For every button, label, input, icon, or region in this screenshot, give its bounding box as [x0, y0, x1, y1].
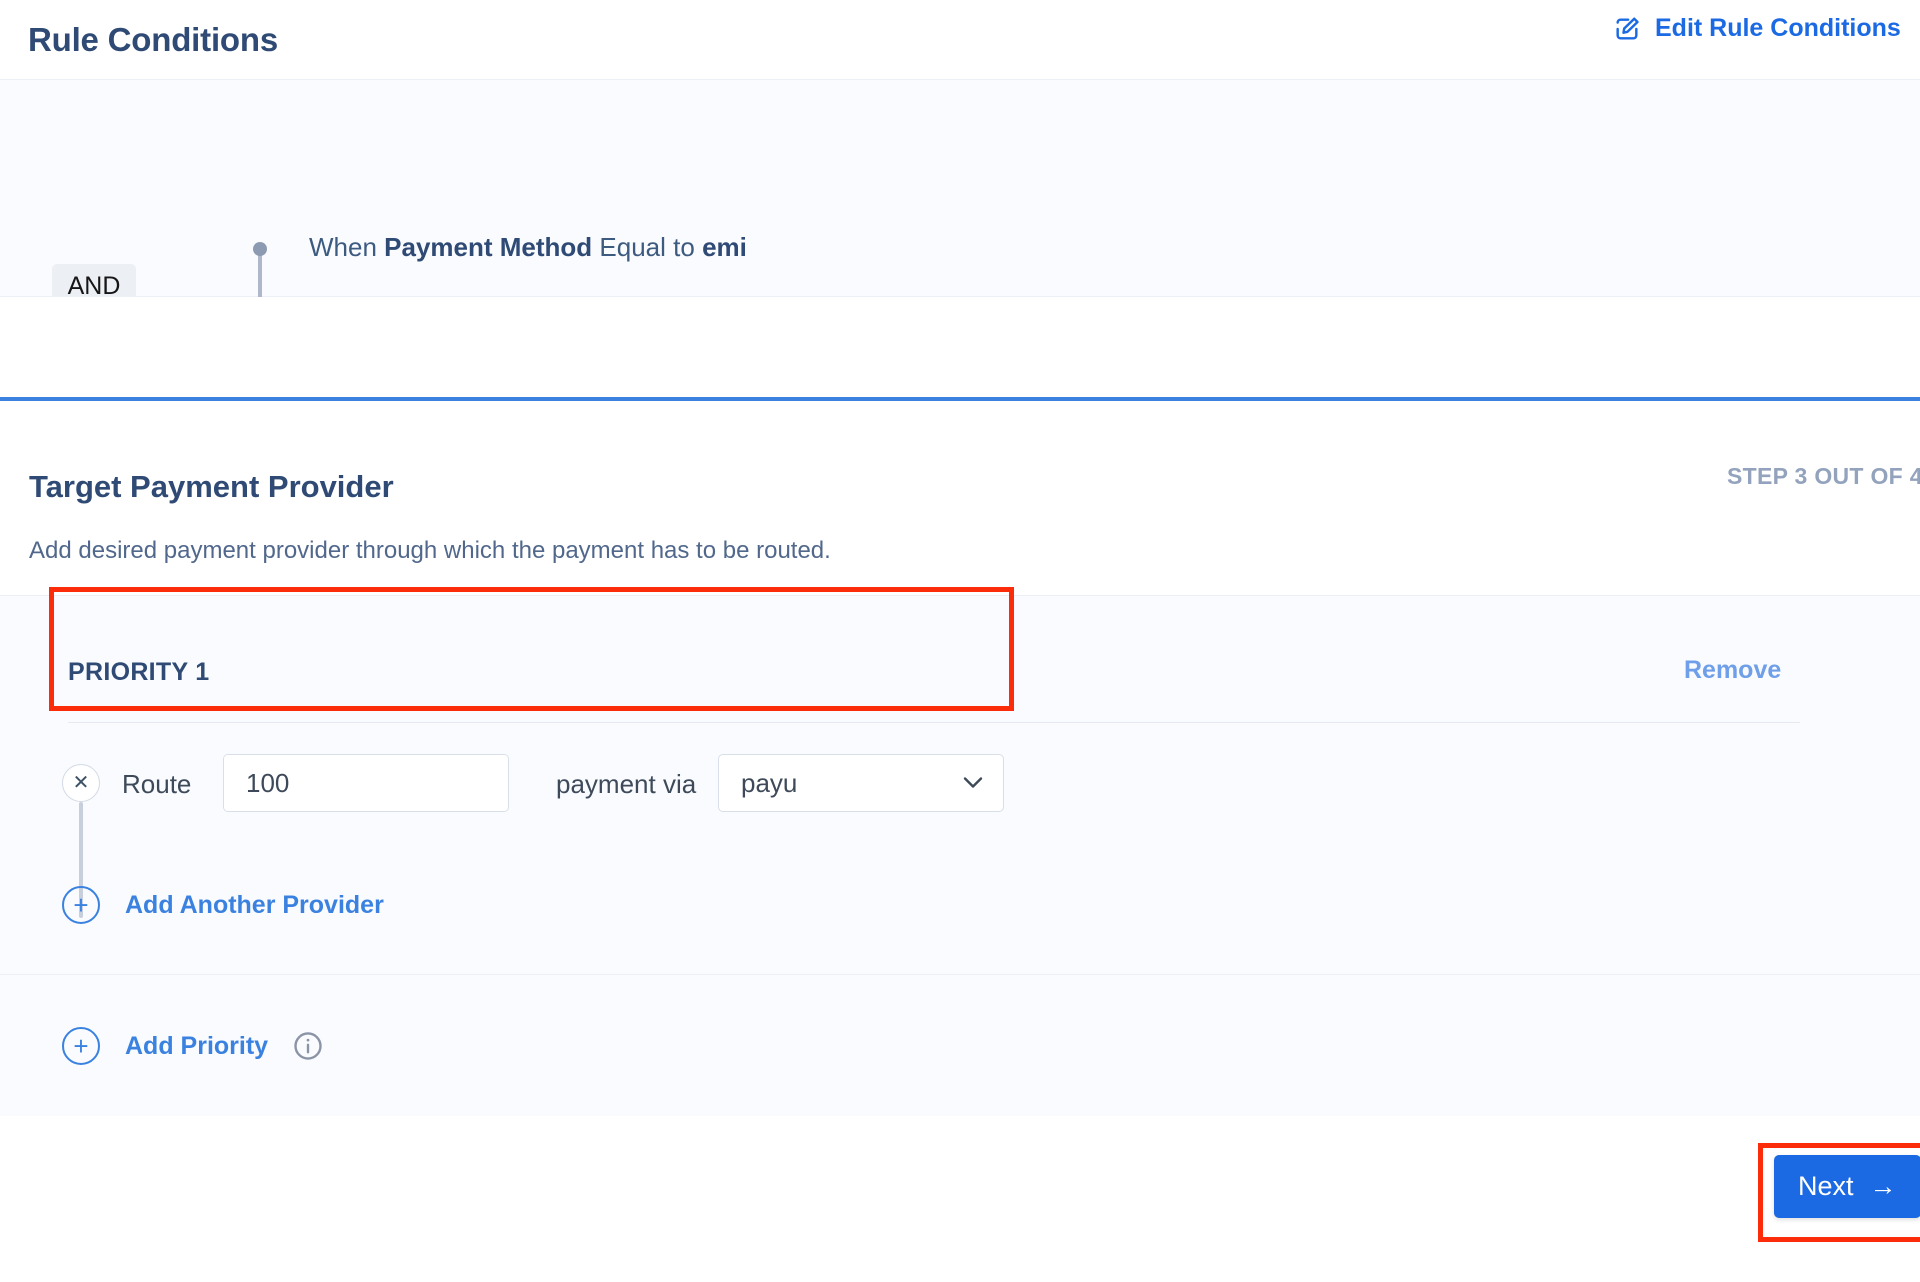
next-button[interactable]: Next →	[1774, 1155, 1920, 1218]
plus-circle-icon: +	[62, 1027, 100, 1065]
add-priority-strip: + Add Priority	[0, 974, 1920, 1116]
add-another-provider-button[interactable]: + Add Another Provider	[62, 886, 384, 924]
step-indicator: STEP 3 OUT OF 4	[1727, 463, 1920, 489]
wizard-footer: Next →	[0, 1116, 1920, 1282]
rule-builder-page: Rule Conditions Edit Rule Conditions AND…	[0, 0, 1920, 1282]
condition-row: When Payment Method Equal to emi	[309, 232, 747, 263]
rule-conditions-body: AND When Payment Method Equal to emi Whe…	[0, 79, 1920, 344]
section-gap	[0, 297, 1920, 397]
next-label: Next	[1798, 1171, 1854, 1201]
arrow-right-icon: →	[1869, 1171, 1897, 1201]
edit-rule-conditions-label: Edit Rule Conditions	[1655, 14, 1901, 42]
route-percentage-group: %	[223, 754, 509, 812]
close-icon: ✕	[72, 772, 90, 794]
provider-selected-value: payu	[741, 767, 798, 798]
condition-prefix: When	[309, 232, 377, 262]
edit-pencil-icon	[1613, 15, 1641, 43]
add-another-provider-label: Add Another Provider	[125, 890, 384, 919]
condition-field: Payment Method	[384, 232, 593, 262]
payment-via-label: payment via	[556, 769, 697, 799]
info-icon[interactable]	[293, 1031, 323, 1061]
priority-divider	[68, 722, 1800, 723]
condition-value: emi	[702, 232, 747, 262]
provider-route-row: ✕ Route % payment via payu	[62, 748, 1282, 918]
section-title: Target Payment Provider	[29, 469, 394, 504]
condition-operator: Equal to	[599, 232, 695, 262]
add-priority-button[interactable]: + Add Priority	[62, 1027, 323, 1065]
add-priority-label: Add Priority	[125, 1031, 269, 1060]
remove-priority-button[interactable]: Remove	[1684, 656, 1781, 685]
section-subtitle: Add desired payment provider through whi…	[29, 537, 831, 564]
page-title: Rule Conditions	[28, 20, 278, 58]
route-percentage-input[interactable]	[224, 755, 508, 811]
plus-circle-icon: +	[62, 886, 100, 924]
priority-block: PRIORITY 1 Remove ✕ Route % payment via …	[0, 596, 1920, 974]
connector-dot-top	[253, 242, 267, 256]
remove-provider-row-button[interactable]: ✕	[62, 764, 100, 802]
provider-select[interactable]: payu	[718, 754, 1004, 812]
edit-rule-conditions-button[interactable]: Edit Rule Conditions	[1613, 14, 1901, 43]
priority-title: PRIORITY 1	[68, 658, 210, 686]
route-label: Route	[122, 769, 192, 799]
target-payment-provider-header: Target Payment Provider Add desired paym…	[0, 401, 1920, 596]
